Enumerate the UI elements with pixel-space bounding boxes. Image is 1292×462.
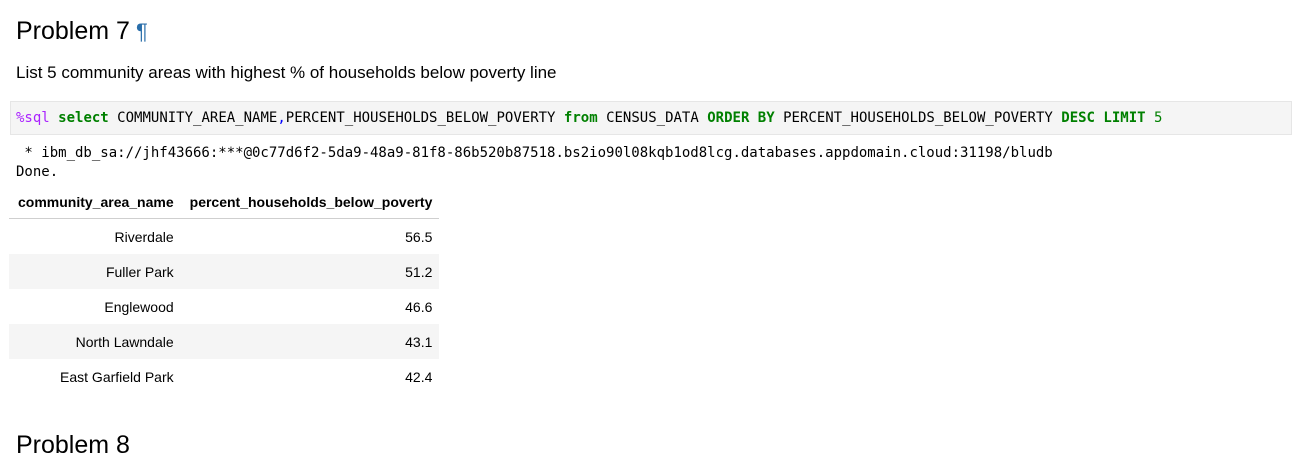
table-header-row: community_area_name percent_households_b… (9, 186, 440, 219)
column-header: community_area_name (9, 186, 181, 219)
column-2: PERCENT_HOUSEHOLDS_BELOW_POVERTY (285, 110, 556, 126)
kw-from: from (563, 110, 598, 126)
table-row: Englewood 46.6 (9, 289, 440, 324)
column-header: percent_households_below_poverty (180, 186, 440, 219)
table-cell: Englewood (9, 289, 181, 324)
column-1: COMMUNITY_AREA_NAME (117, 110, 278, 126)
table-row: East Garfield Park 42.4 (9, 359, 440, 394)
table-name: CENSUS_DATA (606, 110, 699, 126)
problem-description: List 5 community areas with highest % of… (16, 63, 557, 82)
comma: , (277, 110, 286, 126)
table-cell: 42.4 (180, 359, 440, 394)
cell-output-text: * ibm_db_sa://jhf43666:***@0c77d6f2-5da9… (16, 144, 1053, 182)
limit-value: 5 (1154, 110, 1163, 126)
code-cell-input[interactable]: %sql select COMMUNITY_AREA_NAME,PERCENT_… (10, 101, 1292, 135)
table-cell: North Lawndale (9, 324, 181, 359)
table-cell: East Garfield Park (9, 359, 181, 394)
table-row: Fuller Park 51.2 (9, 254, 440, 289)
kw-limit: LIMIT (1103, 110, 1146, 126)
table-row: North Lawndale 43.1 (9, 324, 440, 359)
problem-heading: Problem 7 ¶ (16, 14, 148, 49)
table-cell: 51.2 (180, 254, 440, 289)
problem-title: Problem 7 (16, 17, 130, 45)
kw-desc: DESC (1061, 110, 1095, 126)
order-column: PERCENT_HOUSEHOLDS_BELOW_POVERTY (783, 110, 1053, 126)
table-cell: Fuller Park (9, 254, 181, 289)
table-cell: 43.1 (180, 324, 440, 359)
result-table: community_area_name percent_households_b… (9, 186, 440, 394)
table-cell: 46.6 (180, 289, 440, 324)
table-cell: Riverdale (9, 218, 181, 254)
next-problem-heading: Problem 8 (16, 431, 130, 459)
table-row: Riverdale 56.5 (9, 218, 440, 254)
sql-magic: %sql (16, 110, 50, 126)
anchor-link[interactable]: ¶ (136, 19, 148, 44)
connection-string: * ibm_db_sa://jhf43666:***@0c77d6f2-5da9… (16, 145, 1053, 161)
kw-select: select (58, 110, 109, 126)
table-cell: 56.5 (180, 218, 440, 254)
kw-order-by: ORDER BY (707, 110, 775, 126)
done-status: Done. (16, 164, 59, 180)
